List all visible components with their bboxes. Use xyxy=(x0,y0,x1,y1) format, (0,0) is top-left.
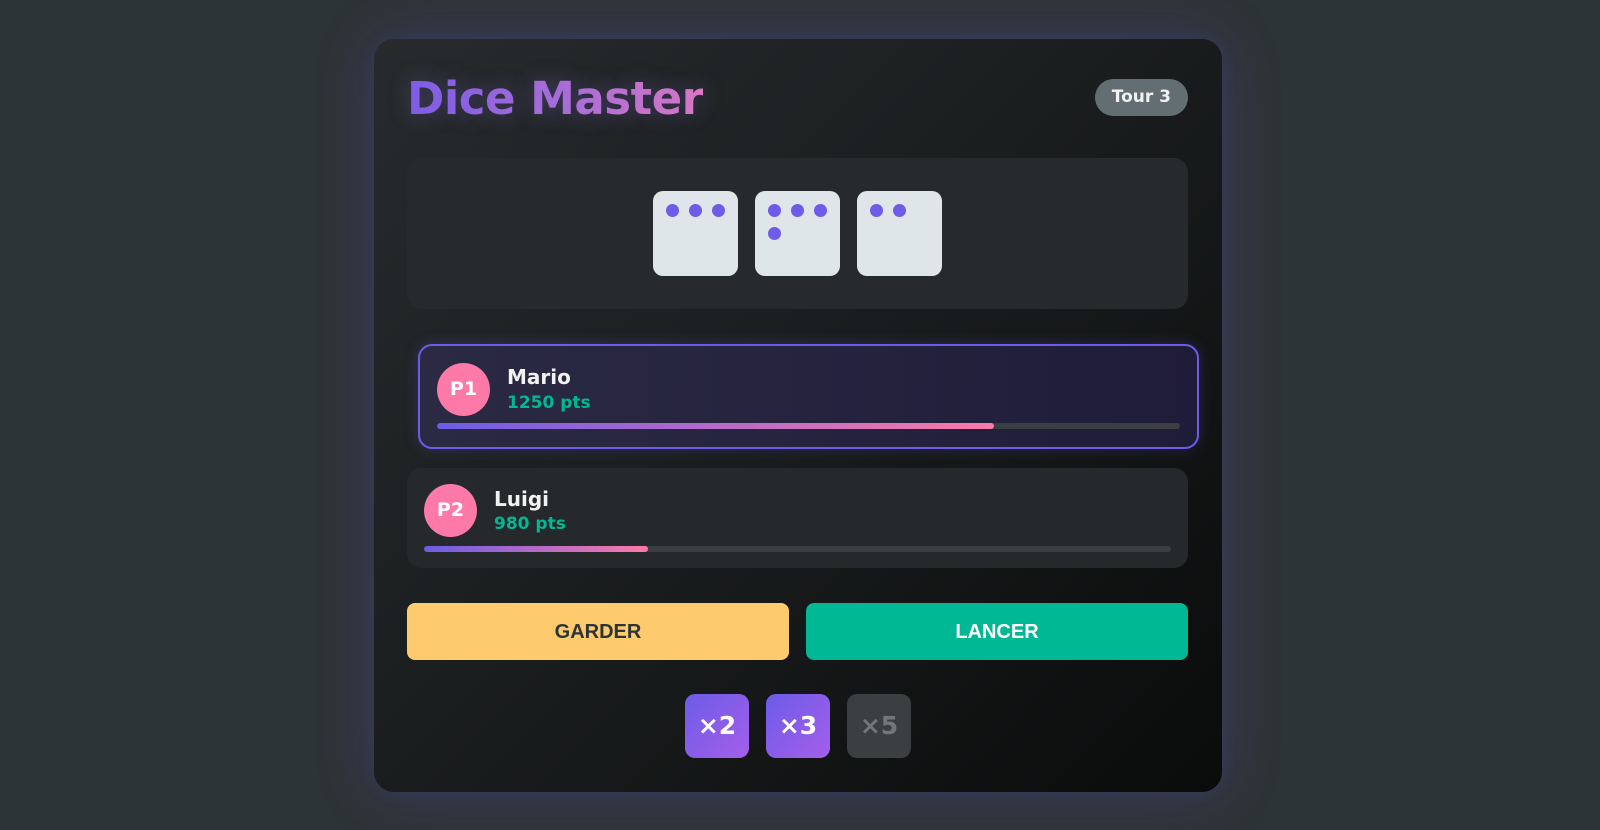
die-pip xyxy=(791,204,804,217)
die-pip xyxy=(689,204,702,217)
die-2[interactable] xyxy=(755,191,840,276)
die-1[interactable] xyxy=(653,191,738,276)
die-pip xyxy=(666,204,679,217)
die-pip xyxy=(712,204,725,217)
player-score-p1: 1250 pts xyxy=(507,393,591,413)
multiplier-x3[interactable]: ×3 xyxy=(766,694,830,758)
roll-button[interactable]: LANCER xyxy=(806,603,1188,660)
player-card-p2: P2 Luigi 980 pts xyxy=(407,468,1188,568)
multiplier-row: ×2 ×3 ×5 xyxy=(374,694,1222,758)
game-card: Dice Master Tour 3 P1 Mario 1250 pts P2 … xyxy=(374,39,1222,792)
player-name-p1: Mario xyxy=(507,365,571,389)
die-3[interactable] xyxy=(857,191,942,276)
progress-fill-p1 xyxy=(437,423,995,429)
game-title: Dice Master xyxy=(407,72,704,125)
die-pip xyxy=(814,204,827,217)
player-avatar-p2: P2 xyxy=(424,484,477,537)
progress-fill-p2 xyxy=(424,546,649,552)
progress-track-p2 xyxy=(424,546,1171,552)
keep-button[interactable]: GARDER xyxy=(407,603,789,660)
progress-track-p1 xyxy=(437,423,1180,429)
die-pip xyxy=(768,227,781,240)
player-name-p2: Luigi xyxy=(494,487,550,511)
round-badge: Tour 3 xyxy=(1094,79,1188,116)
player-avatar-p1: P1 xyxy=(437,363,490,416)
multiplier-x5[interactable]: ×5 xyxy=(847,694,911,758)
dice-row xyxy=(407,191,1188,276)
die-pip xyxy=(870,204,883,217)
multiplier-x2[interactable]: ×2 xyxy=(685,694,749,758)
dice-tray xyxy=(407,158,1188,309)
die-pip xyxy=(768,204,781,217)
player-card-p1: P1 Mario 1250 pts xyxy=(418,344,1199,449)
player-score-p2: 980 pts xyxy=(494,514,566,534)
die-pip xyxy=(893,204,906,217)
